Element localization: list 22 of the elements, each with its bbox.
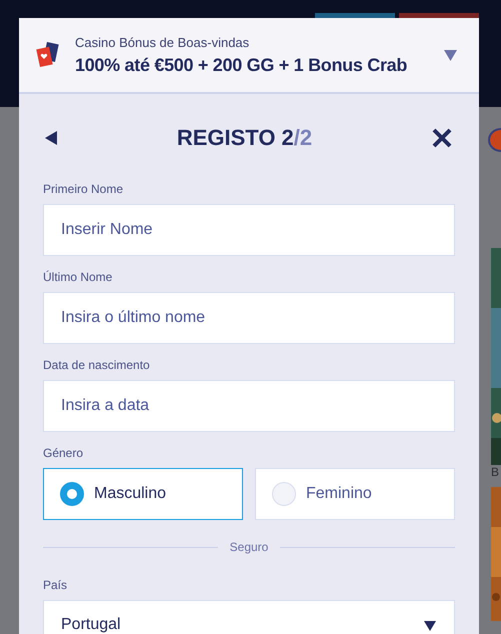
bonus-header[interactable]: Casino Bónus de Boas-vindas 100% até €500 + 200 GG + 1 Bonus Crab bbox=[19, 18, 479, 94]
bonus-category: Casino Bónus de Boas-vindas bbox=[75, 34, 250, 50]
field-label: Género bbox=[43, 446, 84, 460]
gender-option[interactable]: Feminino bbox=[255, 468, 455, 520]
divider-label: Seguro bbox=[230, 540, 268, 554]
field-label: Primeiro Nome bbox=[43, 182, 124, 196]
input-field[interactable]: Insira o último nome bbox=[43, 292, 455, 344]
caret-icon bbox=[444, 50, 457, 60]
caret-icon bbox=[424, 621, 436, 631]
cards-icon bbox=[35, 42, 61, 68]
modal-title: REGISTO 2/2 bbox=[176, 125, 312, 151]
country-select[interactable]: Portugal bbox=[43, 600, 455, 634]
gender-option[interactable]: Masculino bbox=[43, 468, 243, 520]
close-button[interactable] bbox=[432, 128, 452, 148]
cut-text: B bbox=[490, 465, 500, 479]
back-button[interactable] bbox=[45, 131, 57, 145]
input-field[interactable]: Inserir Nome bbox=[43, 204, 455, 256]
input-field[interactable]: Insira a data bbox=[43, 380, 455, 432]
field-label: Último Nome bbox=[43, 270, 114, 284]
bonus-offer: 100% até €500 + 200 GG + 1 Bonus Crab bbox=[75, 54, 408, 76]
field-label: País bbox=[43, 578, 68, 592]
field-label: Data de nascimento bbox=[43, 358, 151, 372]
